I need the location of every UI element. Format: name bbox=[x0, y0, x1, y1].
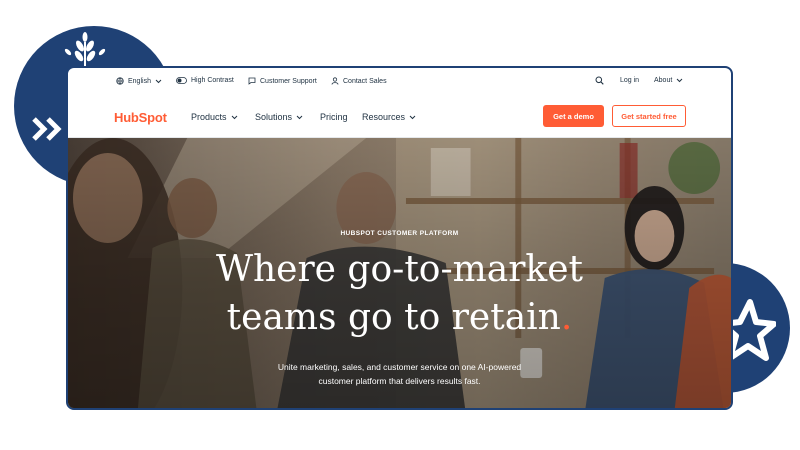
hero-subtext-line2: customer platform that delivers results … bbox=[318, 376, 481, 386]
hero-headline-line1: Where go-to-market bbox=[215, 249, 584, 290]
hero-subtext-line1: Unite marketing, sales, and customer ser… bbox=[277, 362, 522, 372]
hero-headline: Where go-to-market teams go to retain. bbox=[68, 246, 731, 342]
nav-products[interactable]: Products bbox=[191, 112, 238, 122]
high-contrast-toggle[interactable]: High Contrast bbox=[176, 77, 234, 84]
get-started-free-button[interactable]: Get started free bbox=[612, 105, 686, 127]
high-contrast-label: High Contrast bbox=[191, 77, 234, 84]
about-label: About bbox=[654, 77, 673, 84]
contact-sales-link[interactable]: Contact Sales bbox=[331, 77, 387, 85]
website-card: English High Contrast Customer Support C… bbox=[66, 66, 733, 410]
search-icon bbox=[595, 76, 604, 85]
about-menu[interactable]: About bbox=[654, 77, 683, 84]
customer-support-link[interactable]: Customer Support bbox=[248, 77, 317, 85]
login-link[interactable]: Log in bbox=[620, 77, 639, 84]
main-navigation: HubSpot Products Solutions Pricing Resou… bbox=[68, 96, 731, 138]
customer-support-label: Customer Support bbox=[260, 77, 317, 85]
nav-pricing-label: Pricing bbox=[320, 112, 348, 122]
globe-icon bbox=[116, 77, 124, 85]
chevron-down-icon bbox=[296, 115, 303, 119]
hero-subtext: Unite marketing, sales, and customer ser… bbox=[68, 360, 731, 388]
chevron-down-icon bbox=[676, 78, 683, 83]
nav-resources[interactable]: Resources bbox=[362, 112, 416, 122]
hubspot-logo[interactable]: HubSpot bbox=[114, 110, 167, 125]
nav-solutions-label: Solutions bbox=[255, 112, 293, 122]
person-icon bbox=[331, 77, 339, 85]
hero-headline-dot: . bbox=[560, 297, 573, 338]
double-chevron-icon bbox=[32, 117, 62, 141]
nav-solutions[interactable]: Solutions bbox=[255, 112, 303, 122]
language-label: English bbox=[128, 77, 151, 85]
login-label: Log in bbox=[620, 77, 640, 84]
contact-sales-label: Contact Sales bbox=[343, 77, 387, 85]
hero-eyebrow: HUBSPOT CUSTOMER PLATFORM bbox=[340, 230, 459, 237]
hero-section: HUBSPOT CUSTOMER PLATFORM Where go-to-ma… bbox=[68, 138, 731, 408]
nav-pricing[interactable]: Pricing bbox=[320, 112, 348, 122]
get-demo-button[interactable]: Get a demo bbox=[543, 105, 604, 127]
search-button[interactable] bbox=[595, 76, 604, 85]
utility-bar: English High Contrast Customer Support C… bbox=[68, 68, 731, 96]
chevron-down-icon bbox=[155, 79, 162, 83]
nav-products-label: Products bbox=[191, 112, 227, 122]
chevron-down-icon bbox=[409, 115, 416, 119]
hero-headline-line2: teams go to retain bbox=[226, 297, 561, 338]
toggle-icon bbox=[176, 77, 187, 84]
language-selector[interactable]: English bbox=[116, 77, 162, 85]
chat-icon bbox=[248, 77, 256, 85]
chevron-down-icon bbox=[231, 115, 237, 119]
nav-resources-label: Resources bbox=[362, 112, 406, 122]
